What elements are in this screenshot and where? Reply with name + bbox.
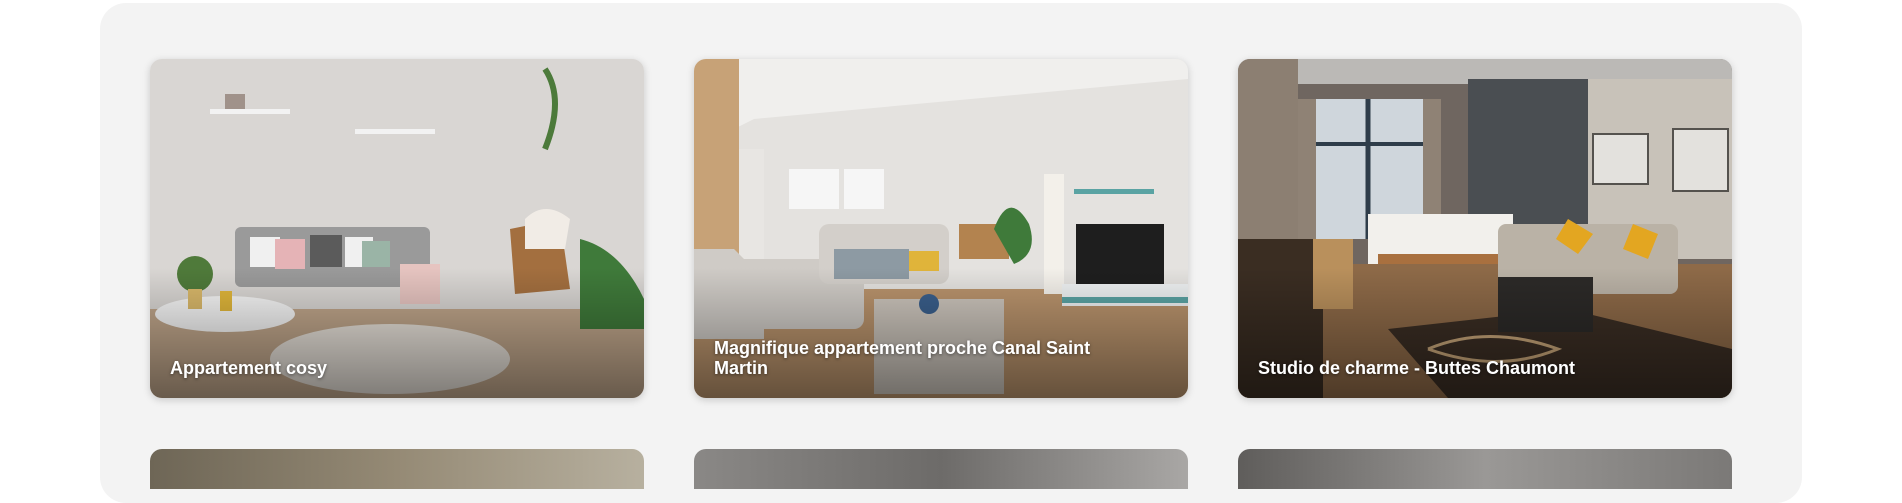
listing-card[interactable]: [150, 449, 644, 489]
listing-card[interactable]: Studio de charme - Buttes Chaumont: [1238, 59, 1732, 398]
caption-gradient: [1238, 268, 1732, 398]
listing-card[interactable]: Appartement cosy: [150, 59, 644, 398]
caption-gradient: [694, 268, 1188, 398]
listing-card[interactable]: [1238, 449, 1732, 489]
listing-title: Appartement cosy: [170, 358, 328, 378]
listing-title: Studio de charme - Buttes Chaumont: [1258, 358, 1576, 378]
listing-card[interactable]: [694, 449, 1188, 489]
listing-card[interactable]: Magnifique appartement proche Canal Sain…: [694, 59, 1188, 398]
listing-title: Magnifique appartement proche Canal Sain…: [714, 338, 1091, 378]
caption-gradient: [150, 268, 644, 398]
